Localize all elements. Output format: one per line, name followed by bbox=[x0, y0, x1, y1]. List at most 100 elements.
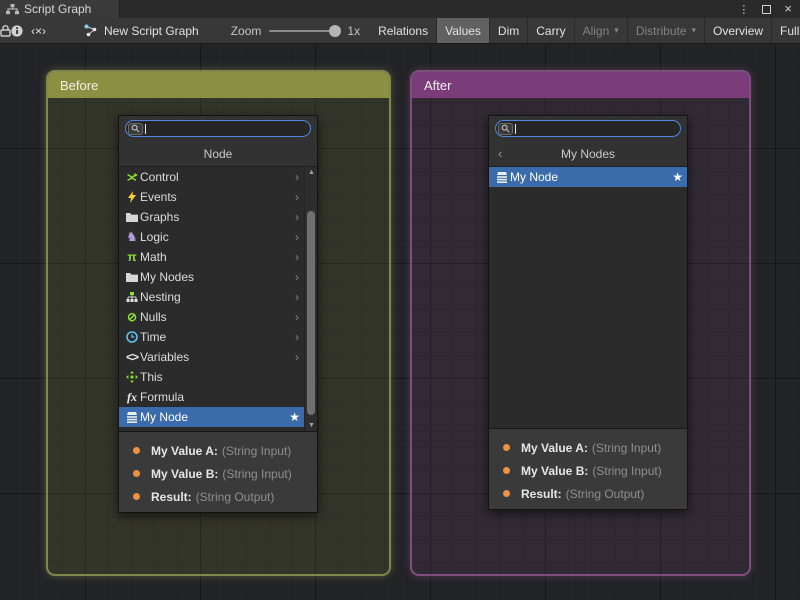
full-screen-button[interactable]: Full Scr bbox=[772, 18, 800, 43]
script-graph-window: Script Graph ⋮ × ‹×› New bbox=[0, 0, 800, 600]
math-icon: π bbox=[124, 250, 140, 264]
group-before-header[interactable]: Before bbox=[48, 72, 389, 98]
group-title: After bbox=[424, 78, 451, 93]
folder-icon bbox=[124, 212, 140, 222]
info-icon bbox=[11, 25, 23, 37]
relations-button[interactable]: Relations bbox=[370, 18, 436, 43]
list-item-variables[interactable]: <> Variables› bbox=[119, 347, 304, 367]
scrollbar-thumb[interactable] bbox=[307, 211, 315, 415]
events-icon bbox=[124, 191, 140, 203]
nulls-icon: ⊘ bbox=[124, 310, 140, 324]
search-row bbox=[489, 116, 687, 141]
new-script-graph-button[interactable]: New Script Graph bbox=[76, 18, 207, 43]
list-item-nesting[interactable]: Nesting› bbox=[119, 287, 304, 307]
time-icon bbox=[124, 331, 140, 343]
chevron-down-icon: ▾ bbox=[614, 25, 619, 36]
tab-script-graph[interactable]: Script Graph bbox=[0, 0, 120, 18]
port-dot-icon bbox=[503, 444, 510, 451]
list-item-time[interactable]: Time› bbox=[119, 327, 304, 347]
this-icon bbox=[124, 371, 140, 383]
list-item-my-node[interactable]: My Node ★ bbox=[489, 167, 687, 187]
chevron-right-icon: › bbox=[295, 190, 304, 204]
lock-icon bbox=[0, 25, 11, 37]
chevron-right-icon: › bbox=[295, 170, 304, 184]
carry-button[interactable]: Carry bbox=[528, 18, 573, 43]
list-item-events[interactable]: Events› bbox=[119, 187, 304, 207]
my-node-icon bbox=[124, 412, 140, 423]
maximize-icon[interactable] bbox=[762, 5, 771, 14]
list-item-my-node[interactable]: My Node ★ bbox=[119, 407, 304, 427]
search-row bbox=[119, 116, 317, 141]
fuzzy-finder-before: Node Control› Events› Graphs› ♞ Logic› bbox=[118, 115, 318, 513]
graph-canvas[interactable]: Before After Node bbox=[0, 45, 800, 600]
zoom-control: Zoom 1x bbox=[221, 18, 370, 43]
list-item-my-nodes[interactable]: My Nodes› bbox=[119, 267, 304, 287]
list-item-formula[interactable]: fx Formula bbox=[119, 387, 304, 407]
port-dot-icon bbox=[133, 447, 140, 454]
scroll-up-icon[interactable]: ▲ bbox=[305, 169, 317, 176]
control-icon bbox=[124, 172, 140, 183]
scrollbar[interactable]: ▲ ▼ bbox=[304, 167, 317, 431]
zoom-label: Zoom bbox=[231, 24, 262, 38]
finder-header: Node bbox=[119, 141, 317, 167]
tab-title: Script Graph bbox=[24, 2, 91, 16]
info-button[interactable] bbox=[11, 18, 23, 43]
close-icon[interactable]: × bbox=[784, 4, 792, 14]
graph-hierarchy-icon bbox=[6, 4, 19, 15]
group-after-header[interactable]: After bbox=[412, 72, 749, 98]
port-dot-icon bbox=[503, 467, 510, 474]
logic-icon: ♞ bbox=[124, 229, 140, 245]
zoom-slider-handle[interactable] bbox=[329, 25, 341, 37]
list-item-graphs[interactable]: Graphs› bbox=[119, 207, 304, 227]
port-row: Result: (String Output) bbox=[133, 485, 317, 508]
port-dot-icon bbox=[133, 470, 140, 477]
search-field[interactable] bbox=[495, 120, 681, 137]
chevron-right-icon: › bbox=[295, 330, 304, 344]
finder-list: Control› Events› Graphs› ♞ Logic› π Math… bbox=[119, 167, 317, 431]
code-view-button[interactable]: ‹×› bbox=[23, 18, 54, 43]
list-item-this[interactable]: This bbox=[119, 367, 304, 387]
search-icon bbox=[498, 123, 513, 135]
favorite-star-icon[interactable]: ★ bbox=[289, 410, 304, 424]
formula-icon: fx bbox=[124, 390, 140, 405]
port-row: My Value A: (String Input) bbox=[503, 436, 687, 459]
list-item-control[interactable]: Control› bbox=[119, 167, 304, 187]
folder-icon bbox=[124, 272, 140, 282]
search-input[interactable] bbox=[146, 122, 310, 135]
search-field[interactable] bbox=[125, 120, 311, 137]
list-item-logic[interactable]: ♞ Logic› bbox=[119, 227, 304, 247]
toolbar-right-group: Relations Values Dim Carry Align▾ Distri… bbox=[370, 18, 800, 43]
zoom-slider[interactable] bbox=[269, 30, 339, 32]
fuzzy-finder-after: ‹ My Nodes My Node ★ My Value A: (String… bbox=[488, 115, 688, 510]
distribute-dropdown[interactable]: Distribute▾ bbox=[628, 18, 704, 43]
chevron-right-icon: › bbox=[295, 250, 304, 264]
chevron-right-icon: › bbox=[295, 210, 304, 224]
chevron-right-icon: › bbox=[295, 230, 304, 244]
scroll-down-icon[interactable]: ▼ bbox=[305, 422, 317, 429]
port-row: My Value B: (String Input) bbox=[503, 459, 687, 482]
window-menu-icon[interactable]: ⋮ bbox=[738, 3, 749, 16]
list-item-math[interactable]: π Math› bbox=[119, 247, 304, 267]
graph-toolbar: ‹×› New Script Graph Zoom 1x Relations V… bbox=[0, 18, 800, 44]
node-ports-preview: My Value A: (String Input) My Value B: (… bbox=[119, 431, 317, 512]
dim-button[interactable]: Dim bbox=[490, 18, 527, 43]
lock-button[interactable] bbox=[0, 18, 11, 43]
search-input[interactable] bbox=[516, 122, 680, 135]
graph-node-icon bbox=[84, 24, 97, 37]
align-dropdown[interactable]: Align▾ bbox=[575, 18, 627, 43]
search-icon bbox=[128, 123, 143, 135]
nesting-icon bbox=[124, 292, 140, 303]
my-node-icon bbox=[494, 172, 510, 183]
chevron-right-icon: › bbox=[295, 270, 304, 284]
values-button[interactable]: Values bbox=[437, 18, 489, 43]
list-item-nulls[interactable]: ⊘ Nulls› bbox=[119, 307, 304, 327]
code-icon: ‹×› bbox=[31, 24, 46, 38]
title-bar: Script Graph ⋮ × bbox=[0, 0, 800, 18]
port-row: My Value B: (String Input) bbox=[133, 462, 317, 485]
chevron-right-icon: › bbox=[295, 290, 304, 304]
port-row: Result: (String Output) bbox=[503, 482, 687, 505]
favorite-star-icon[interactable]: ★ bbox=[672, 170, 687, 184]
back-arrow-icon[interactable]: ‹ bbox=[498, 141, 502, 167]
overview-button[interactable]: Overview bbox=[705, 18, 771, 43]
chevron-down-icon: ▾ bbox=[692, 25, 697, 36]
